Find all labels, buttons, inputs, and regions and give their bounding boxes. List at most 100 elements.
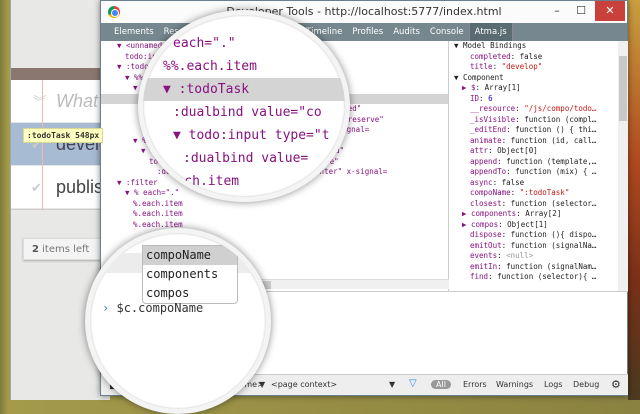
property-row[interactable]: ID: 6	[454, 94, 618, 105]
separator: :	[488, 146, 498, 155]
property-row[interactable]: ▶ $: Array[1]	[454, 83, 618, 94]
property-value: function () { thi…	[515, 125, 597, 134]
console-input-text: $c.compoName	[116, 301, 204, 315]
property-row[interactable]: ▶ compos: Object[1]	[454, 220, 618, 231]
property-key: appendTo	[470, 167, 507, 176]
chevron-down-icon[interactable]: ▼	[389, 380, 395, 389]
new-todo-placeholder: What	[56, 91, 99, 111]
property-value: function (template,…	[506, 156, 597, 166]
separator: :	[506, 125, 516, 134]
property-row[interactable]: appendTo: function (mix) { …	[454, 167, 618, 178]
property-key: emitIn	[470, 261, 498, 271]
property-row[interactable]: _editEnd: function () { thi…	[454, 125, 618, 136]
filter-logs[interactable]: Logs	[544, 380, 562, 389]
items-left-label: items left	[38, 244, 90, 255]
context-select[interactable]: <page context>	[271, 380, 337, 389]
inspect-tooltip: :todoTask 548px	[23, 128, 104, 143]
tab-profiles[interactable]: Profiles	[347, 23, 388, 41]
property-row[interactable]: ▶ components: Array[2]	[454, 209, 618, 220]
property-row[interactable]: emitIn: function (signalNam…	[454, 262, 618, 273]
property-row[interactable]: dispose: function (){ dispo…	[454, 230, 618, 241]
separator: :	[479, 93, 489, 103]
todo-list: ︾ What ✔ develop ✔ publish	[11, 80, 119, 210]
property-value: function (compl…	[524, 114, 597, 124]
property-key: _editEnd	[470, 125, 507, 134]
autocomplete-list[interactable]: compoName components compos	[142, 245, 238, 304]
property-row[interactable]: closest: function (selector…	[454, 199, 618, 210]
separator: :	[475, 83, 485, 92]
separator: :	[497, 251, 507, 260]
property-row[interactable]: emitOut: function (signalNa…	[454, 241, 618, 252]
property-value: false	[519, 51, 543, 61]
minimize-button[interactable]: –	[545, 1, 569, 21]
property-row[interactable]: async: false	[454, 178, 618, 189]
section-header[interactable]: ▼ Model Bindings	[454, 41, 618, 52]
separator: :	[488, 272, 498, 281]
filter-all[interactable]: All	[431, 380, 451, 389]
filter-warnings[interactable]: Warnings	[496, 380, 533, 389]
todo-item[interactable]: ✔ publish	[11, 166, 113, 209]
property-row[interactable]: compoName: ":todoTask"	[454, 188, 618, 199]
filter-errors[interactable]: Errors	[463, 380, 487, 389]
property-value: 6	[488, 93, 493, 103]
separator: :	[515, 104, 525, 113]
separator: :	[497, 261, 507, 271]
tree-node[interactable]: %.each.item	[101, 220, 448, 231]
property-row[interactable]: title: "develop"	[454, 62, 618, 73]
sidebar-scrollbar[interactable]	[618, 41, 628, 291]
property-row[interactable]: append: function (template,…	[454, 157, 618, 168]
property-key: title	[470, 62, 493, 71]
property-value: false	[501, 177, 525, 187]
property-key: animate	[470, 135, 502, 145]
property-row[interactable]: animate: function (id, call…	[454, 136, 618, 147]
tab-console[interactable]: Console	[425, 23, 469, 41]
magnified-console-input: › $c.compoName	[102, 301, 204, 315]
filter-debug[interactable]: Debug	[573, 380, 599, 389]
property-key: ID	[470, 93, 480, 103]
separator: :	[492, 62, 502, 71]
tab-elements[interactable]: Elements	[109, 23, 159, 41]
tree-node[interactable]: %.each.item	[101, 199, 448, 210]
new-todo-input[interactable]: ︾ What	[11, 80, 111, 123]
property-value: function (mix) { …	[515, 167, 597, 176]
page-header-bar	[11, 68, 111, 80]
items-count: 2	[32, 244, 39, 255]
separator: :	[501, 135, 511, 145]
autocomplete-item[interactable]: compoName	[143, 246, 237, 265]
check-icon[interactable]: ✔	[31, 166, 42, 209]
tab-atmajs[interactable]: Atma.js	[468, 23, 513, 41]
magnified-tree-node: ▼ :todoTask	[143, 78, 345, 101]
property-row[interactable]: find: function (selector){ …	[454, 272, 618, 283]
property-row[interactable]: attr: Object[0]	[454, 146, 618, 157]
property-key: ▶ compos	[462, 219, 499, 229]
separator: :	[510, 188, 520, 197]
title-bar: Developer Tools - http://localhost:5777/…	[101, 1, 627, 23]
property-value: "develop"	[501, 62, 543, 71]
tab-audits[interactable]: Audits	[388, 23, 425, 41]
close-button[interactable]: ✕	[595, 1, 625, 21]
property-key: emitOut	[470, 240, 502, 250]
chevron-down-icon[interactable]: ▼	[259, 380, 265, 389]
settings-gear-icon[interactable]: ⚙	[611, 378, 621, 391]
separator: :	[515, 114, 525, 124]
tree-node[interactable]: %.each.item	[101, 209, 448, 220]
property-row[interactable]: completed: false	[454, 52, 618, 63]
property-value: function (selector…	[510, 198, 597, 208]
property-row[interactable]: __resource: "/js/compo/todo…	[454, 104, 618, 115]
separator: :	[506, 167, 516, 176]
autocomplete-item[interactable]: components	[143, 265, 237, 284]
property-value: Object[1]	[507, 219, 548, 229]
property-row[interactable]: _isVisible: function (compl…	[454, 115, 618, 126]
filter-icon[interactable]: ▽	[409, 378, 417, 389]
property-value: function (selector){ …	[497, 272, 597, 281]
magnified-tree-node: %%.each.item	[163, 59, 257, 74]
property-key: append	[470, 156, 498, 166]
separator: :	[501, 240, 511, 250]
section-header[interactable]: ▼ Component	[454, 73, 618, 84]
atma-sidebar: ▼ Model Bindings completed: false title: "…	[450, 41, 618, 291]
maximize-button[interactable]: ☐	[569, 1, 593, 21]
property-row[interactable]: events: <null>	[454, 251, 618, 262]
property-value: "/js/compo/todo…	[524, 104, 597, 113]
magnified-tree-node: :dualbind value="co	[173, 105, 322, 120]
property-key: compoName	[470, 188, 511, 197]
